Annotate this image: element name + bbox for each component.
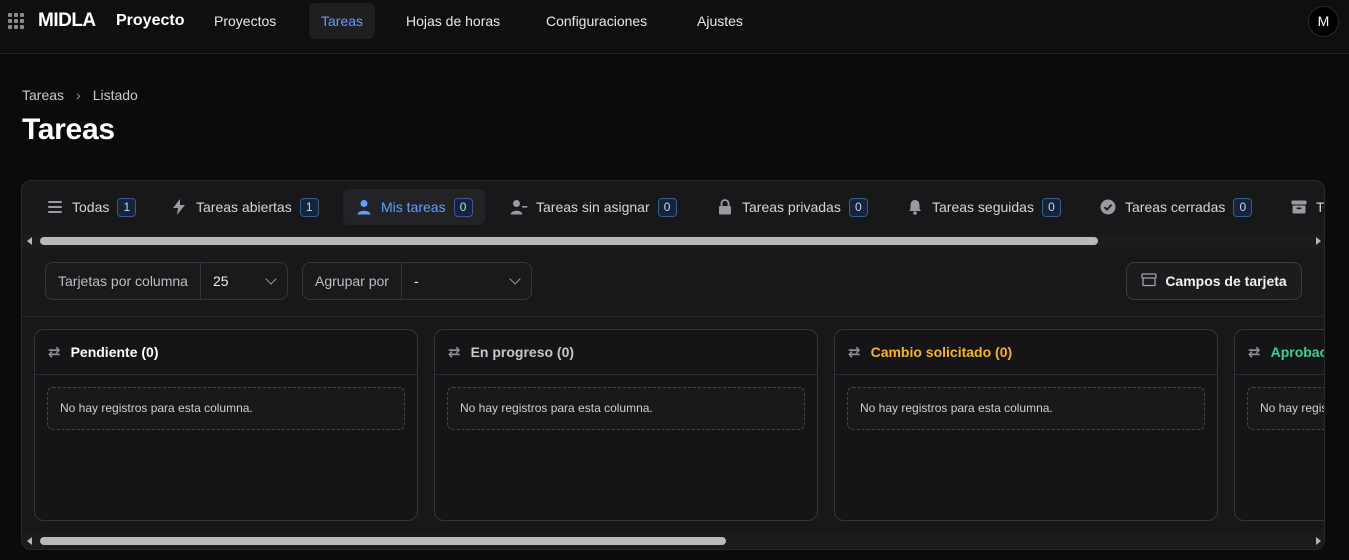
kanban-column-aprobado: ⇄ Aprobac No hay regis	[1234, 329, 1325, 521]
nav-item-ajustes[interactable]: Ajustes	[685, 3, 755, 39]
archive-icon	[1141, 272, 1157, 290]
empty-column-message: No hay regis	[1247, 387, 1324, 430]
column-title: Cambio solicitado (0)	[870, 344, 1013, 360]
scroll-left-icon[interactable]	[27, 237, 32, 245]
swap-arrows-icon[interactable]: ⇄	[448, 343, 461, 361]
scroll-right-icon[interactable]	[1316, 237, 1321, 245]
column-title: En progreso (0)	[470, 344, 575, 360]
swap-arrows-icon[interactable]: ⇄	[1248, 343, 1261, 361]
group-by-value: -	[413, 273, 419, 289]
scrollbar-thumb[interactable]	[40, 537, 726, 545]
chevron-right-icon: ›	[76, 87, 81, 103]
breadcrumb: Tareas › Listado	[22, 87, 138, 103]
tab-label: Mis tareas	[381, 199, 446, 215]
tab-label: Tareas sin asignar	[536, 199, 650, 215]
tab-count-badge: 1	[117, 197, 137, 217]
kanban-column-cambio-solicitado: ⇄ Cambio solicitado (0) No hay registros…	[834, 329, 1218, 521]
tab-count-badge: 0	[657, 197, 677, 217]
scrollbar-thumb[interactable]	[40, 237, 1098, 245]
scroll-right-icon[interactable]	[1316, 537, 1321, 545]
tab-count-badge: 1	[299, 197, 319, 217]
tab-label: Tareas seguidas	[932, 199, 1034, 215]
group-by-select[interactable]: Agrupar por -	[302, 262, 532, 300]
breadcrumb-item-listado: Listado	[92, 87, 138, 103]
tab-tareas-sin-asignar[interactable]: Tareas sin asignar 0	[498, 189, 689, 225]
nav-item-proyectos[interactable]: Proyectos	[202, 3, 288, 39]
tab-label: Todas	[72, 199, 110, 215]
empty-column-message: No hay registros para esta columna.	[447, 387, 805, 430]
lock-icon	[716, 198, 734, 216]
tab-tareas-seguidas[interactable]: Tareas seguidas 0	[894, 189, 1073, 225]
project-name[interactable]: Proyecto	[116, 12, 184, 30]
filter-tabs: Todas 1 Tareas abiertas 1 Mis tareas 0 T…	[22, 181, 1325, 235]
breadcrumb-item-tareas[interactable]: Tareas	[22, 87, 64, 103]
cards-per-column-select[interactable]: Tarjetas por columna 25	[45, 262, 288, 300]
bolt-icon	[170, 198, 188, 216]
card-fields-label: Campos de tarjeta	[1165, 273, 1287, 289]
column-title: Pendiente (0)	[70, 344, 159, 360]
brand-logo[interactable]: MIDLA	[38, 10, 96, 32]
cards-per-column-value-wrap: 25	[201, 273, 287, 289]
tab-archived-partial[interactable]: T	[1278, 189, 1325, 225]
tab-label: Tareas privadas	[742, 199, 841, 215]
bell-icon	[906, 198, 924, 216]
card-fields-button[interactable]: Campos de tarjeta	[1126, 262, 1302, 300]
chevron-down-icon	[265, 273, 277, 285]
swap-arrows-icon[interactable]: ⇄	[848, 343, 861, 361]
tasks-panel: Todas 1 Tareas abiertas 1 Mis tareas 0 T…	[21, 180, 1325, 550]
group-by-label: Agrupar por	[303, 263, 402, 299]
cards-per-column-label: Tarjetas por columna	[46, 263, 201, 299]
divider	[22, 316, 1324, 317]
nav-item-tareas[interactable]: Tareas	[309, 3, 376, 39]
board-scrollbar[interactable]	[22, 534, 1324, 548]
tab-label: Tareas cerradas	[1125, 199, 1226, 215]
page-title: Tareas	[22, 113, 115, 146]
tab-tareas-cerradas[interactable]: Tareas cerradas 0	[1087, 189, 1264, 225]
top-navigation-bar: MIDLA Proyecto Proyectos Tareas Hojas de…	[0, 0, 1349, 54]
group-by-value-wrap: -	[402, 273, 531, 289]
nav-item-configuraciones[interactable]: Configuraciones	[534, 3, 659, 39]
user-avatar[interactable]: M	[1308, 6, 1339, 37]
empty-column-message: No hay registros para esta columna.	[47, 387, 405, 430]
tab-tareas-abiertas[interactable]: Tareas abiertas 1	[158, 189, 331, 225]
chevron-down-icon	[509, 273, 521, 285]
tab-mis-tareas[interactable]: Mis tareas 0	[343, 189, 485, 225]
tab-count-badge: 0	[453, 197, 473, 217]
tab-count-badge: 0	[848, 197, 868, 217]
cards-per-column-value: 25	[212, 273, 229, 289]
tab-todas[interactable]: Todas 1	[34, 189, 148, 225]
tab-count-badge: 0	[1041, 197, 1061, 217]
scroll-left-icon[interactable]	[27, 537, 32, 545]
nav-item-hojas-de-horas[interactable]: Hojas de horas	[394, 3, 512, 39]
user-icon	[355, 198, 373, 216]
archive-icon	[1290, 198, 1308, 216]
kanban-column-pendiente: ⇄ Pendiente (0) No hay registros para es…	[34, 329, 418, 521]
swap-arrows-icon[interactable]: ⇄	[48, 343, 61, 361]
user-minus-icon	[510, 198, 528, 216]
tab-label: Tareas abiertas	[196, 199, 292, 215]
check-circle-icon	[1099, 198, 1117, 216]
kanban-column-en-progreso: ⇄ En progreso (0) No hay registros para …	[434, 329, 818, 521]
list-icon	[46, 198, 64, 216]
apps-grid-icon[interactable]	[8, 13, 24, 29]
tab-tareas-privadas[interactable]: Tareas privadas 0	[704, 189, 880, 225]
tab-label: T	[1316, 199, 1325, 215]
tab-count-badge: 0	[1233, 197, 1253, 217]
empty-column-message: No hay registros para esta columna.	[847, 387, 1205, 430]
tabs-scrollbar[interactable]	[22, 234, 1324, 248]
column-title: Aprobac	[1270, 344, 1325, 360]
